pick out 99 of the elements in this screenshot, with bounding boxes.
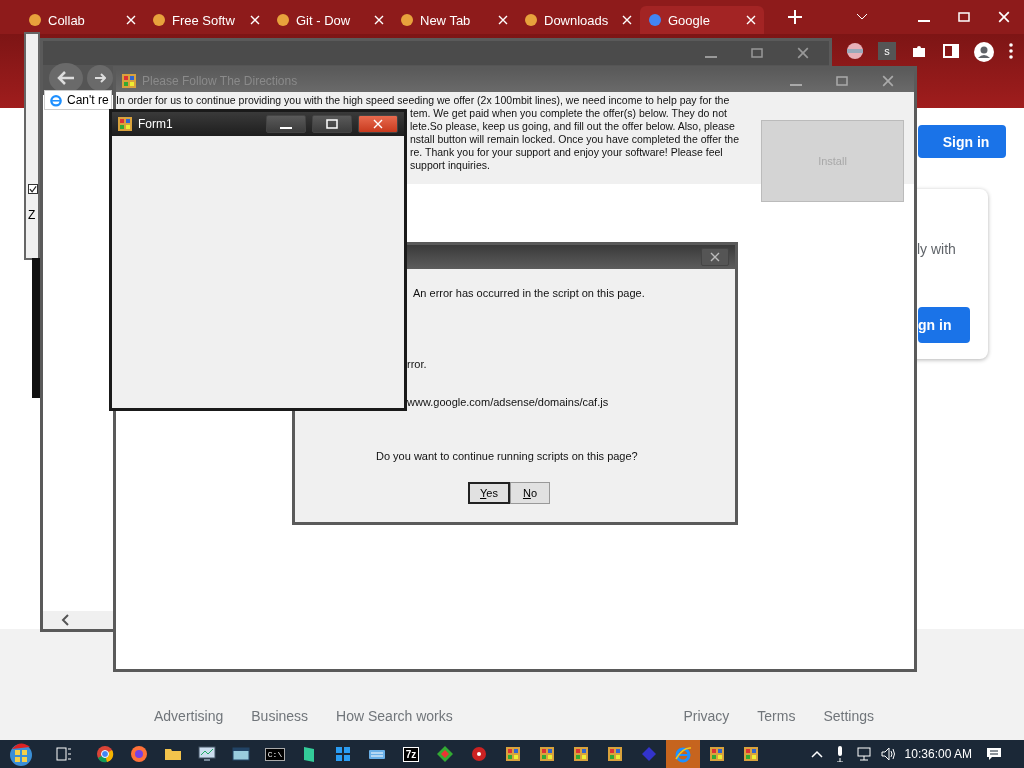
field-label: Z [28, 208, 37, 222]
favicon-icon [400, 13, 414, 27]
app-icon [574, 747, 588, 761]
close-button[interactable] [358, 115, 398, 133]
grid-icon [334, 745, 352, 763]
close-icon [622, 15, 632, 25]
footer-link[interactable]: Privacy [683, 708, 730, 724]
maximize-button[interactable] [312, 115, 352, 133]
internet-explorer-icon [49, 93, 63, 107]
card-sign-in-button[interactable]: gn in [918, 307, 970, 343]
sign-in-button[interactable]: Sign in [918, 125, 1006, 158]
back-arrow-icon [57, 71, 75, 85]
instructions-line: re. Thank you for your support and enjoy your software! Please feel [410, 146, 723, 159]
browser-tab[interactable]: Collab [20, 6, 144, 34]
browser-tab[interactable]: Git - Dow [268, 6, 392, 34]
favicon-icon [276, 13, 290, 27]
footer-link[interactable]: Terms [757, 708, 796, 724]
close-icon [373, 119, 383, 129]
favicon-icon [524, 13, 538, 27]
maximize-icon [751, 48, 763, 58]
task-view-icon[interactable] [56, 747, 72, 761]
app-icon [506, 747, 520, 761]
browser-tab[interactable]: New Tab [392, 6, 516, 34]
close-icon [498, 15, 508, 25]
app-icon [608, 747, 622, 761]
scroll-left-icon[interactable] [61, 614, 69, 626]
chevron-up-icon[interactable] [810, 750, 823, 758]
checkmark-icon [29, 184, 37, 194]
maximize-icon [326, 119, 338, 129]
close-icon [250, 15, 260, 25]
minimize-button[interactable] [266, 115, 306, 133]
dialog-button[interactable]: No [510, 482, 550, 504]
app-icon [744, 747, 758, 761]
menu-icon[interactable] [1008, 42, 1014, 60]
question-text: Do you want to continue running scripts on this page? [376, 450, 638, 462]
chrome-icon [96, 745, 114, 763]
side-panel-icon[interactable] [942, 42, 960, 60]
forward-arrow-icon [94, 73, 106, 83]
close-icon [374, 15, 384, 25]
minimize-icon [918, 20, 930, 22]
favicon-icon [648, 13, 662, 27]
browser-tab[interactable]: Can't re [44, 90, 112, 110]
close-icon [746, 15, 756, 25]
instructions-line: In order for us to continue providing you with the high speed seeding we offer (2x 100mbit lines), we need income to help pay for the [116, 94, 730, 107]
maximize-icon [958, 12, 970, 22]
instructions-line: lete.So please, keep us going, and fill out the offer below. Also, please [410, 120, 735, 133]
app-icon [540, 747, 554, 761]
favicon-icon [152, 13, 166, 27]
close-button[interactable] [701, 248, 729, 266]
close-icon [998, 11, 1010, 23]
app-icon [710, 747, 724, 761]
new-tab-icon[interactable] [788, 10, 802, 24]
dialog-button[interactable]: Yes [468, 482, 510, 504]
browser-tab[interactable]: Free Softw [144, 6, 268, 34]
footer-link[interactable]: Advertising [154, 708, 224, 724]
browser-tab[interactable]: Downloads [516, 6, 640, 34]
close-icon [797, 47, 809, 59]
chevron-down-icon[interactable] [856, 13, 868, 21]
instructions-line: nstall button will remain locked. Once you have completed the offer the [410, 133, 739, 146]
instructions-line: tem. We get paid when you complete the offer(s) below. They do not [410, 107, 727, 120]
clock[interactable]: 10:36:00 AM [904, 747, 972, 761]
browser-tab[interactable]: Google [640, 6, 764, 34]
close-icon [126, 15, 136, 25]
avatar-icon[interactable] [974, 42, 994, 62]
close-icon [710, 252, 720, 262]
internet-explorer-icon [674, 745, 692, 763]
app-icon [118, 117, 132, 131]
minimize-icon [790, 83, 802, 86]
window-icon [232, 745, 250, 763]
gem-icon [640, 745, 658, 763]
minimize-icon [280, 127, 292, 129]
taskbar-app[interactable]: C:\ [258, 740, 292, 768]
archive-icon: 7z [402, 746, 420, 762]
monitor-icon [198, 745, 216, 763]
maximize-icon [836, 75, 848, 86]
diamond-icon [436, 745, 454, 763]
instructions-line: support inquiries. [410, 159, 490, 172]
tab-label: Can't re [67, 93, 109, 107]
close-icon [882, 74, 894, 87]
error-text: rror. [407, 358, 427, 370]
network-icon[interactable] [856, 747, 873, 761]
console-icon: C:\ [264, 747, 286, 761]
microphone-icon[interactable] [834, 746, 845, 762]
window-title: Form1 [138, 117, 174, 131]
minimize-icon [705, 56, 717, 58]
error-text: www.google.com/adsense/domains/caf.js [407, 396, 609, 408]
notification-icon[interactable] [986, 747, 1002, 761]
volume-icon[interactable] [880, 747, 897, 761]
app-icon [122, 73, 136, 88]
checkbox[interactable] [28, 184, 38, 194]
error-text: An error has occurred in the script on this page. [413, 287, 645, 299]
footer-link[interactable]: Business [251, 708, 309, 724]
firefox-icon [130, 745, 148, 763]
card-text: ly with [917, 241, 956, 257]
footer-link[interactable]: Settings [823, 708, 874, 724]
footer-link[interactable]: How Search works [336, 708, 453, 724]
favicon-icon [28, 13, 42, 27]
extension-icon[interactable]: s [878, 42, 896, 60]
taskbar-app[interactable]: 7z [394, 740, 428, 768]
